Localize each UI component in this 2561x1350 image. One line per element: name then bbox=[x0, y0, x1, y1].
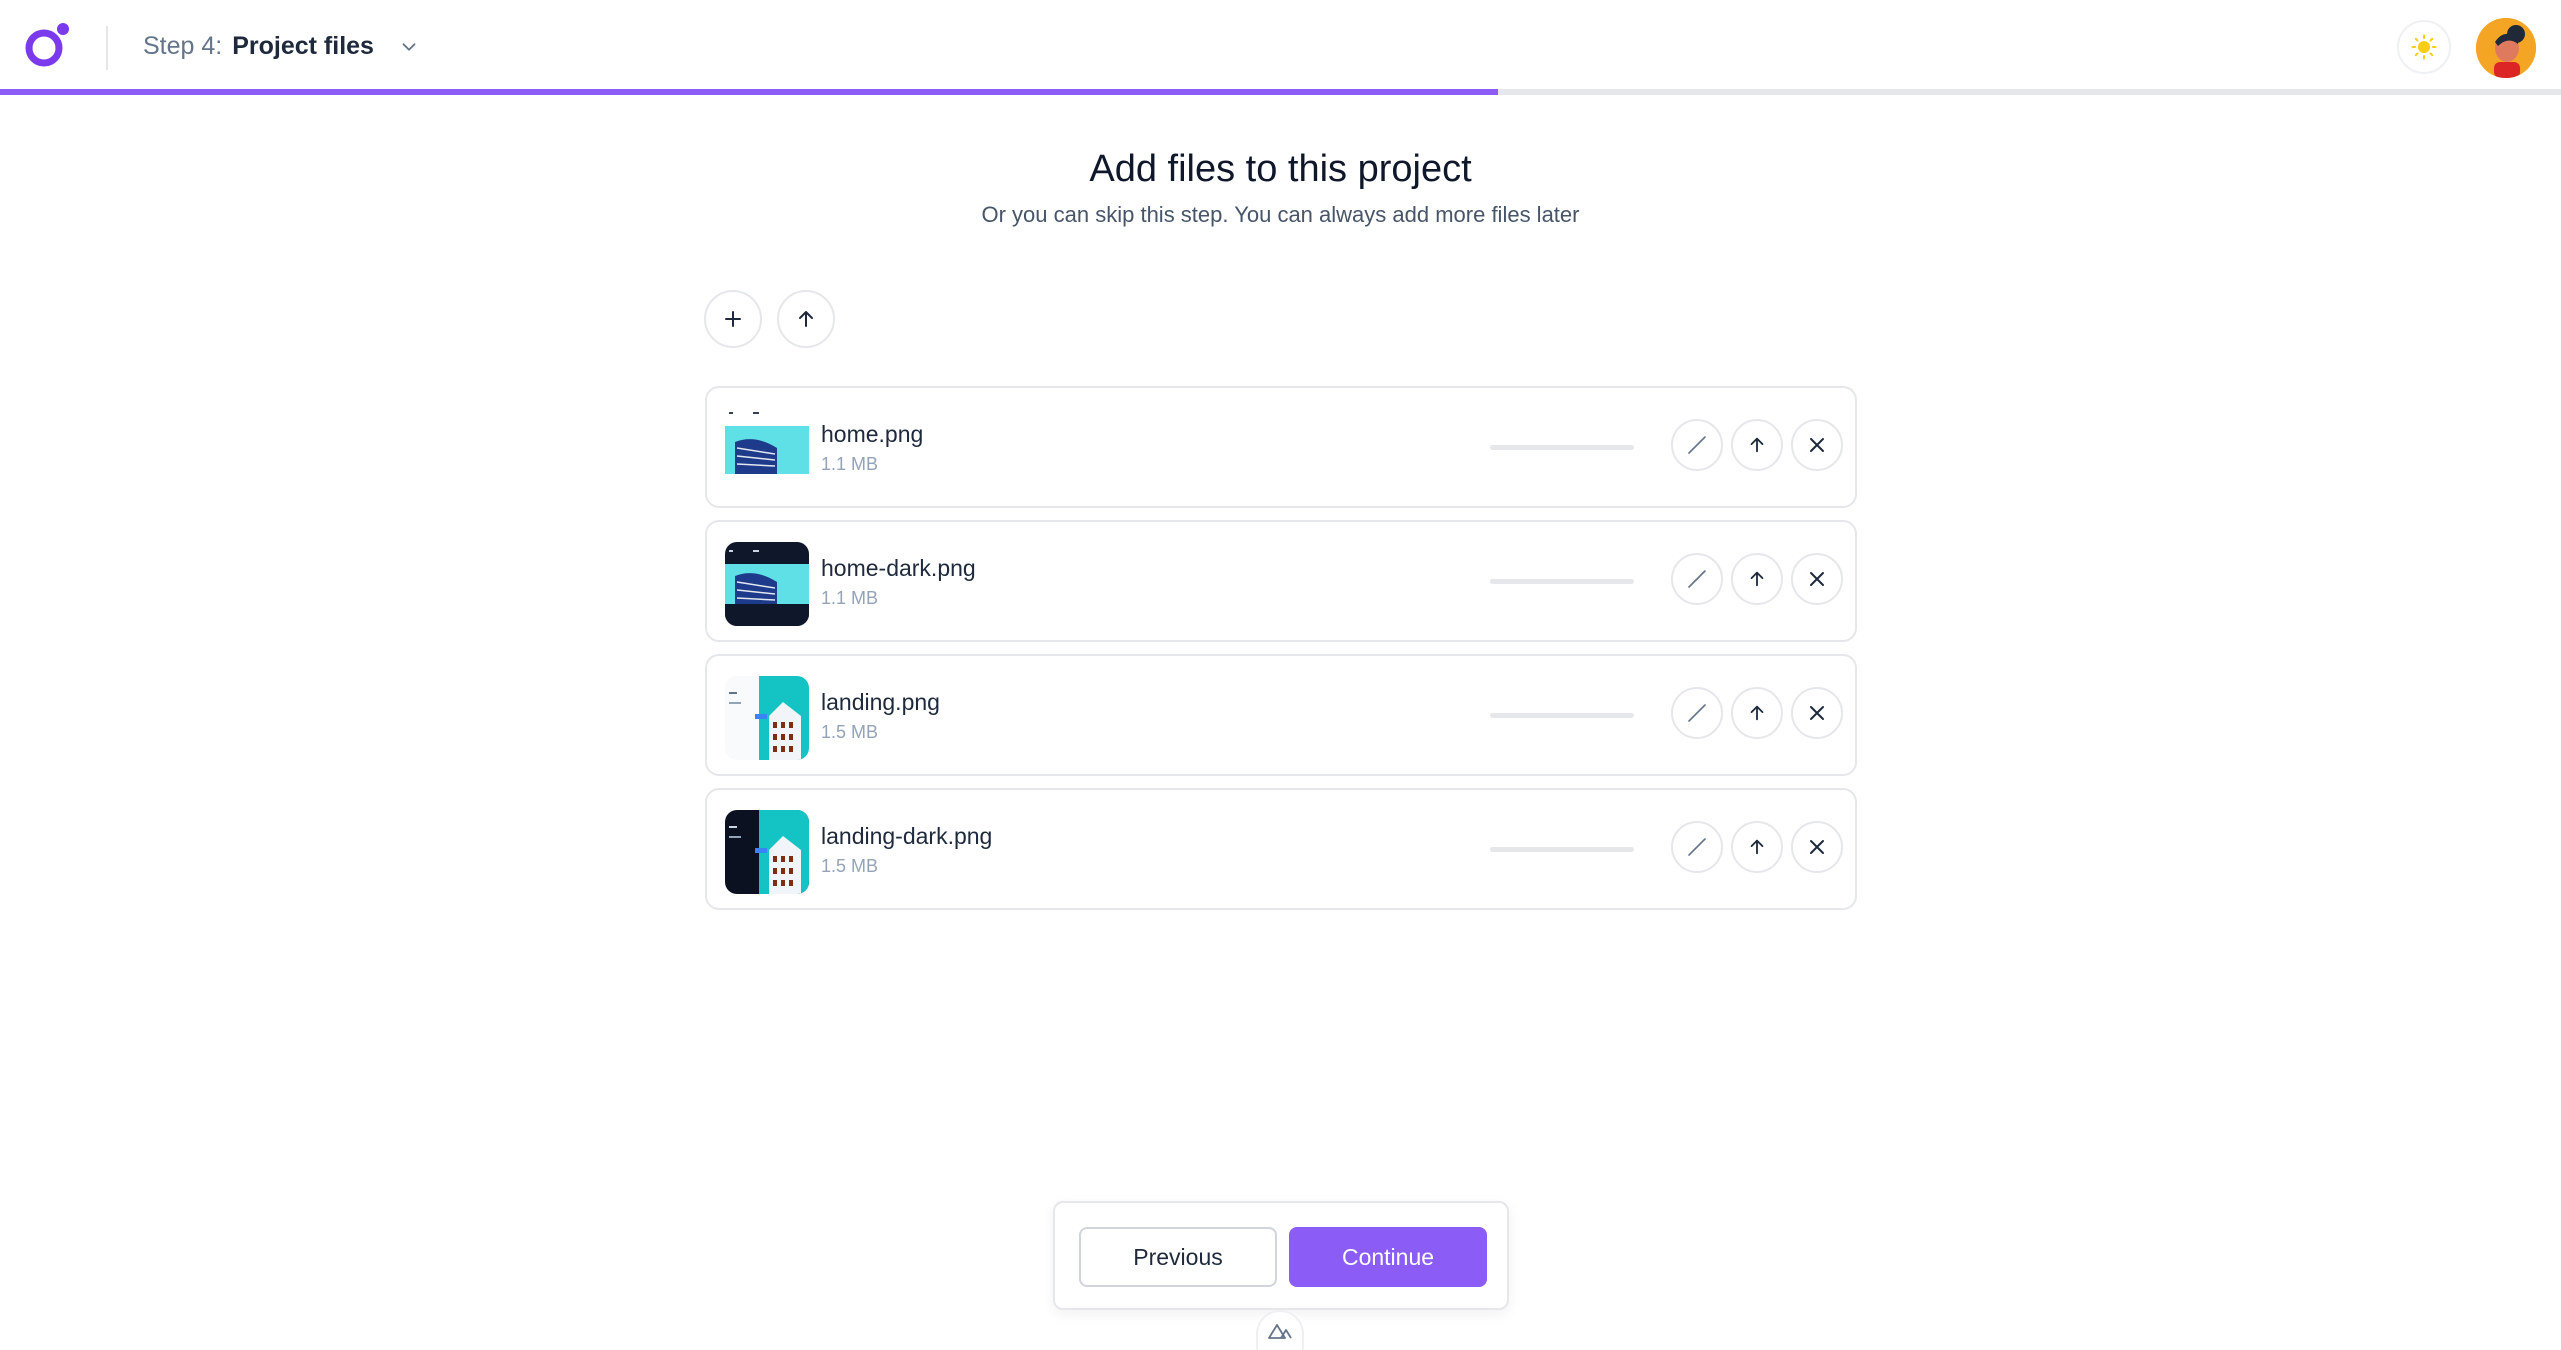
avatar-illustration bbox=[2476, 18, 2536, 78]
file-size: 1.5 MB bbox=[821, 856, 879, 876]
file-name: landing-dark.png bbox=[821, 823, 993, 849]
edit-file-button[interactable] bbox=[1671, 553, 1723, 605]
user-avatar[interactable] bbox=[2476, 18, 2536, 78]
file-name: home-dark.png bbox=[821, 555, 976, 581]
chevron-down-icon bbox=[402, 42, 416, 51]
top-bar: Step 4: Project files bbox=[0, 0, 2561, 92]
page-title: Add files to this project bbox=[1089, 148, 1472, 190]
pencil-icon bbox=[1688, 570, 1706, 588]
remove-file-button[interactable] bbox=[1791, 553, 1843, 605]
file-name: home.png bbox=[821, 421, 924, 447]
file-thumbnail bbox=[725, 676, 809, 760]
remove-file-button[interactable] bbox=[1791, 687, 1843, 739]
edit-file-button[interactable] bbox=[1671, 687, 1723, 739]
upload-file-button[interactable] bbox=[1731, 821, 1783, 873]
file-thumbnail bbox=[725, 408, 809, 492]
edit-file-button[interactable] bbox=[1671, 821, 1723, 873]
file-thumbnail bbox=[725, 810, 809, 894]
devtools-toggle-button[interactable] bbox=[1256, 1310, 1304, 1350]
file-size: 1.1 MB bbox=[821, 588, 879, 608]
add-file-button[interactable] bbox=[704, 290, 762, 348]
close-icon bbox=[1810, 438, 1824, 452]
arrow-up-icon bbox=[1750, 571, 1764, 587]
wizard-navigation: Previous Continue bbox=[1053, 1201, 1509, 1310]
file-upload-progress bbox=[1490, 713, 1634, 718]
file-name: landing.png bbox=[821, 689, 940, 715]
file-size: 1.1 MB bbox=[821, 454, 879, 474]
close-icon bbox=[1810, 572, 1824, 586]
header-divider bbox=[106, 26, 108, 70]
edit-file-button[interactable] bbox=[1671, 419, 1723, 471]
arrow-up-icon bbox=[799, 311, 813, 327]
upload-file-button[interactable] bbox=[1731, 419, 1783, 471]
plus-icon bbox=[725, 311, 741, 327]
wizard-progress-bar bbox=[0, 89, 2561, 95]
arrow-up-icon bbox=[1750, 839, 1764, 855]
continue-button[interactable]: Continue bbox=[1289, 1227, 1487, 1287]
sun-icon bbox=[2411, 34, 2437, 60]
app-logo-icon[interactable] bbox=[24, 22, 70, 68]
file-size: 1.5 MB bbox=[821, 722, 879, 742]
close-icon bbox=[1810, 706, 1824, 720]
file-thumbnail bbox=[725, 542, 809, 626]
pencil-icon bbox=[1688, 838, 1706, 856]
file-upload-progress bbox=[1490, 579, 1634, 584]
file-list-item: landing.png 1.5 MB bbox=[705, 654, 1857, 776]
file-list-item: landing-dark.png 1.5 MB bbox=[705, 788, 1857, 910]
step-title: Project files bbox=[232, 32, 374, 60]
close-icon bbox=[1810, 840, 1824, 854]
upload-file-button[interactable] bbox=[1731, 687, 1783, 739]
arrow-up-icon bbox=[1750, 437, 1764, 453]
pencil-icon bbox=[1688, 704, 1706, 722]
upload-file-button[interactable] bbox=[1731, 553, 1783, 605]
pencil-icon bbox=[1688, 436, 1706, 454]
file-upload-progress bbox=[1490, 445, 1634, 450]
arrow-up-icon bbox=[1750, 705, 1764, 721]
file-list-item: home-dark.png 1.1 MB bbox=[705, 520, 1857, 642]
remove-file-button[interactable] bbox=[1791, 821, 1843, 873]
upload-all-button[interactable] bbox=[777, 290, 835, 348]
step-prefix: Step 4: bbox=[143, 32, 223, 60]
page-subtitle: Or you can skip this step. You can alway… bbox=[981, 202, 1580, 227]
step-selector[interactable]: Step 4: Project files bbox=[143, 32, 420, 61]
file-upload-progress bbox=[1490, 847, 1634, 852]
wizard-progress-fill bbox=[0, 89, 1499, 95]
file-list-item: home.png 1.1 MB bbox=[705, 386, 1857, 508]
theme-toggle-button[interactable] bbox=[2397, 20, 2451, 74]
remove-file-button[interactable] bbox=[1791, 419, 1843, 471]
nuxt-logo-icon bbox=[1268, 1324, 1292, 1339]
previous-button[interactable]: Previous bbox=[1079, 1227, 1277, 1287]
